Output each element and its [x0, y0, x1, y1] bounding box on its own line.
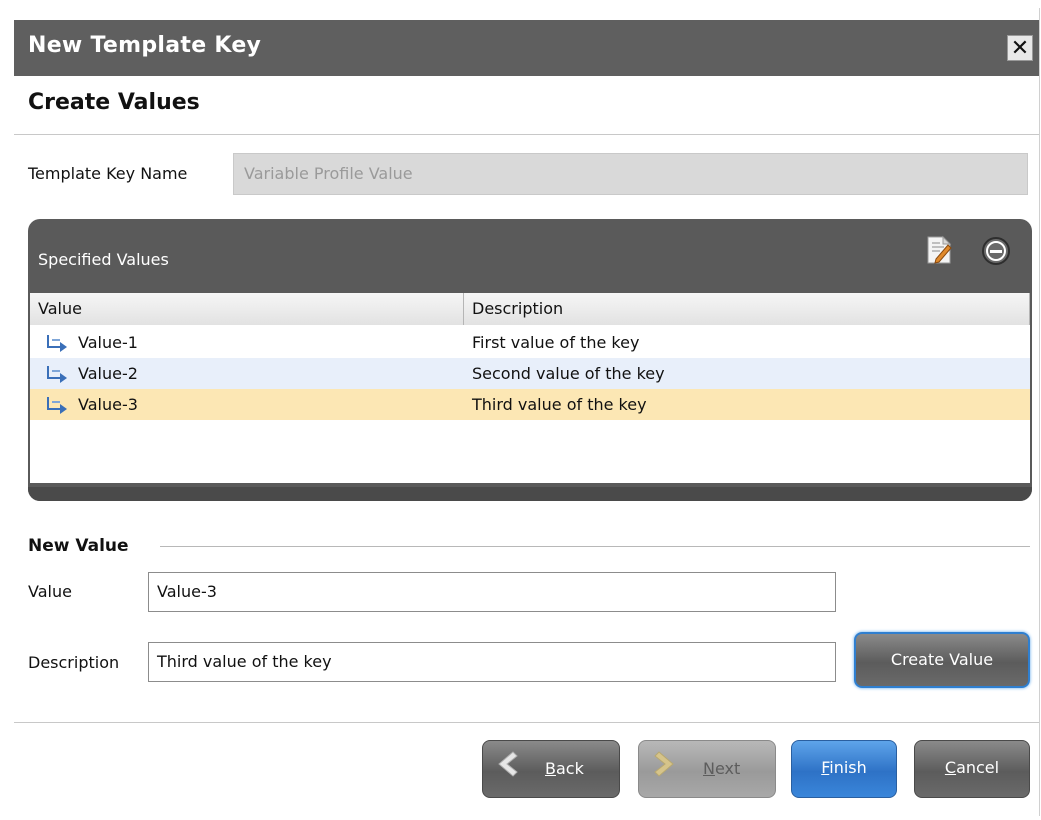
edit-icon[interactable] — [926, 235, 952, 265]
panel-bottom-bar — [28, 487, 1032, 501]
specified-values-panel: Specified Values Value Description Value… — [28, 219, 1032, 501]
template-key-name-field: Variable Profile Value — [233, 153, 1028, 195]
row-value: Value-3 — [78, 395, 138, 414]
back-button[interactable]: Back — [482, 740, 620, 798]
next-button[interactable]: Next — [638, 740, 776, 798]
specified-values-title: Specified Values — [38, 250, 169, 269]
page-subtitle: Create Values — [28, 90, 200, 115]
values-table-body: Value-1 First value of the key Value-2 S… — [30, 325, 1030, 483]
title-bar: New Template Key ✕ — [14, 20, 1039, 76]
chevron-left-icon — [498, 751, 518, 777]
row-description: First value of the key — [472, 333, 640, 352]
new-template-key-dialog: New Template Key ✕ Create Values Templat… — [14, 8, 1040, 816]
next-mnemonic: N — [703, 759, 715, 778]
column-header-value[interactable]: Value — [30, 293, 464, 325]
back-mnemonic: B — [545, 759, 556, 778]
column-header-description[interactable]: Description — [464, 293, 1030, 325]
template-key-name-label: Template Key Name — [28, 164, 188, 183]
cancel-mnemonic: C — [944, 758, 957, 777]
description-input[interactable]: Third value of the key — [148, 642, 836, 682]
footer-divider — [14, 722, 1039, 723]
table-row-selected[interactable]: Value-3 Third value of the key — [30, 389, 1030, 420]
arrow-icon — [47, 397, 67, 414]
cancel-label: ancel — [956, 758, 1000, 777]
value-label: Value — [28, 582, 72, 601]
row-description: Third value of the key — [472, 395, 647, 414]
new-value-section-title: New Value — [28, 536, 129, 556]
description-label: Description — [28, 653, 120, 672]
chevron-right-icon — [654, 751, 674, 777]
remove-icon[interactable] — [982, 237, 1010, 265]
row-value: Value-2 — [78, 364, 138, 383]
values-table-header: Value Description — [30, 293, 1030, 326]
window-title: New Template Key — [28, 33, 262, 58]
value-input[interactable]: Value-3 — [148, 572, 836, 612]
close-icon[interactable]: ✕ — [1007, 35, 1033, 61]
create-value-button[interactable]: Create Value — [854, 632, 1030, 688]
finish-label: inish — [829, 758, 867, 777]
page-header: Create Values — [14, 76, 1039, 135]
back-label: ack — [555, 759, 584, 778]
arrow-icon — [47, 366, 67, 383]
table-row[interactable]: Value-2 Second value of the key — [30, 358, 1030, 389]
next-label: ext — [714, 759, 741, 778]
arrow-icon — [47, 335, 67, 352]
table-row[interactable]: Value-1 First value of the key — [30, 327, 1030, 358]
cancel-button[interactable]: Cancel — [914, 740, 1030, 798]
finish-button[interactable]: Finish — [791, 740, 897, 798]
row-value: Value-1 — [78, 333, 138, 352]
row-description: Second value of the key — [472, 364, 665, 383]
section-divider — [160, 546, 1030, 547]
